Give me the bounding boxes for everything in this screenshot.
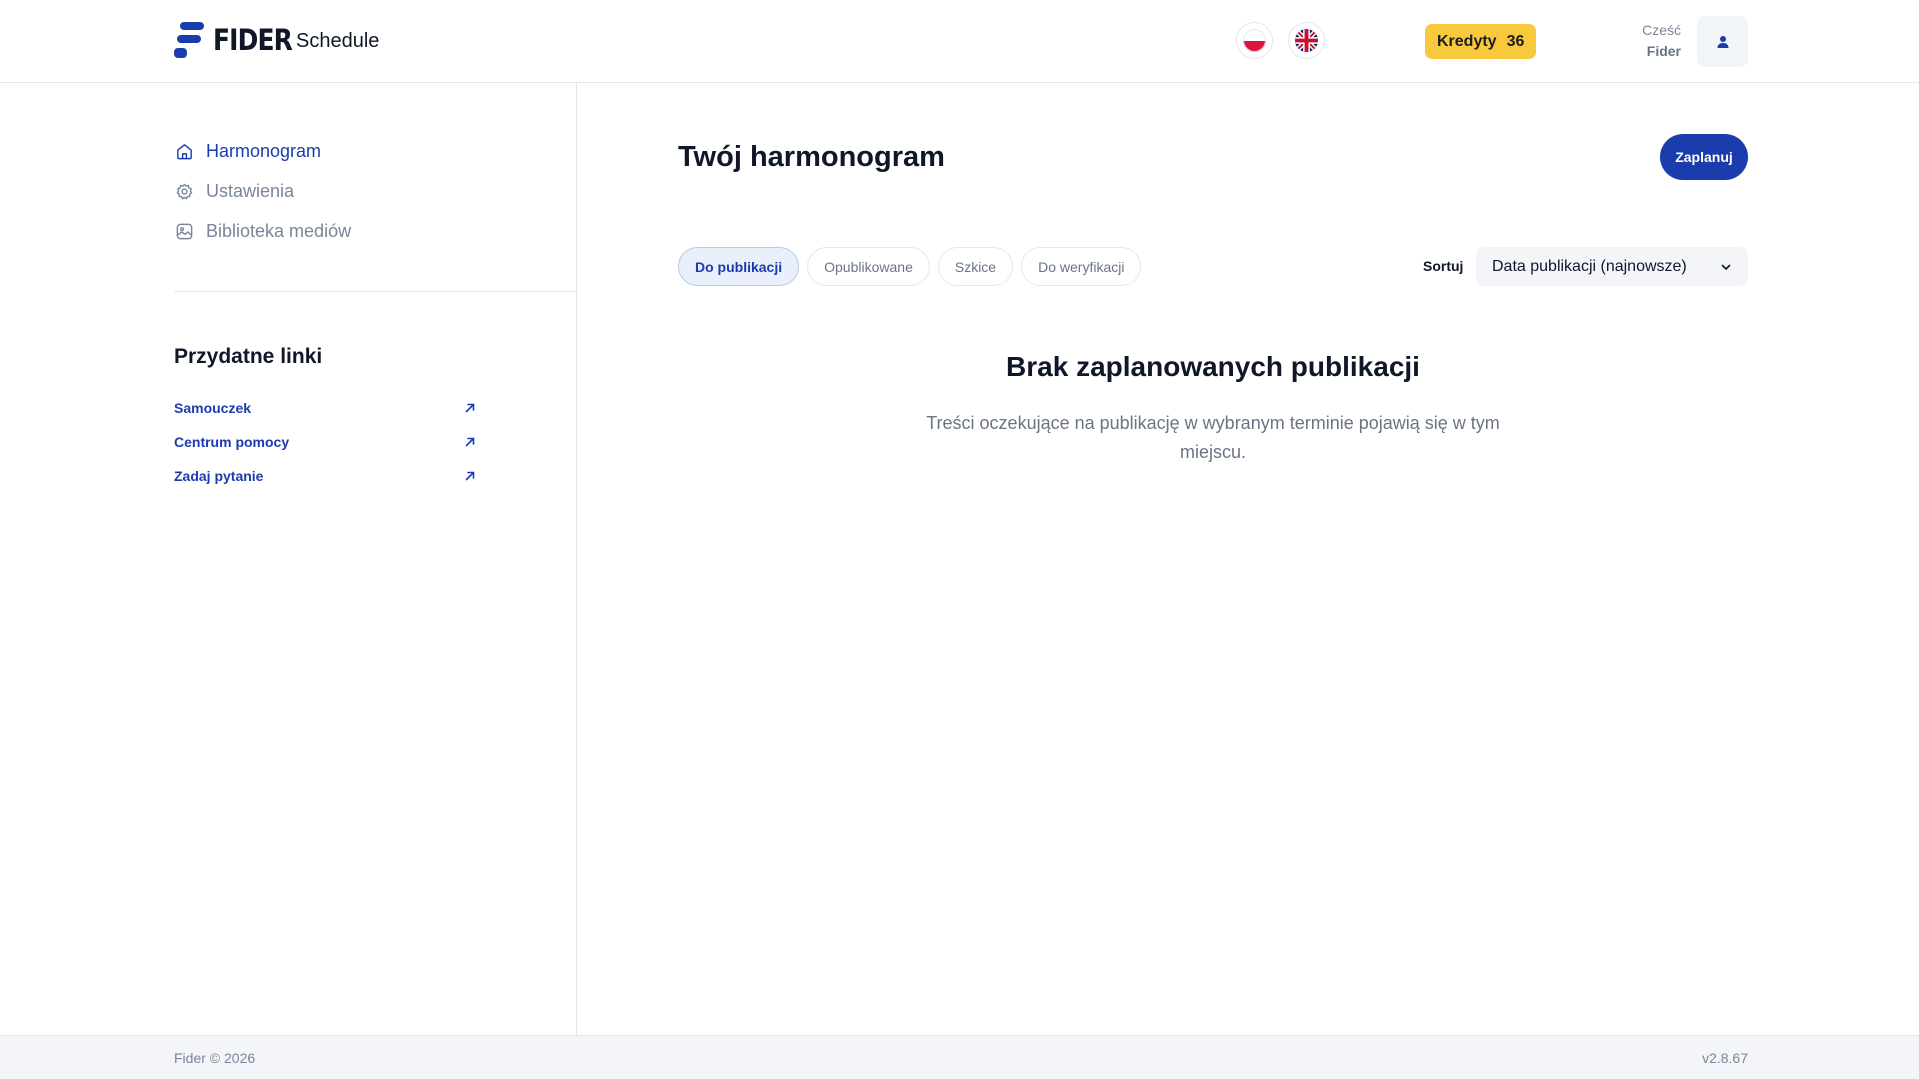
link-label: Samouczek bbox=[174, 400, 252, 416]
external-arrow-icon bbox=[465, 437, 475, 447]
external-arrow-icon bbox=[465, 403, 475, 413]
page: FIDER Schedule Kredyty 36 Cześć Fider Ha… bbox=[0, 0, 1919, 1079]
tab-do-weryfikacji[interactable]: Do weryfikacji bbox=[1021, 247, 1142, 286]
page-title: Twój harmonogram bbox=[678, 141, 945, 173]
tab-opublikowane[interactable]: Opublikowane bbox=[807, 247, 930, 286]
app-name: Schedule bbox=[296, 30, 380, 52]
main-content: Twój harmonogram Zaplanuj Do publikacji … bbox=[578, 83, 1919, 1035]
status-tabs: Do publikacji Opublikowane Szkice Do wer… bbox=[678, 247, 1142, 286]
user-greeting: Cześć Fider bbox=[1642, 20, 1681, 62]
fider-logo[interactable]: FIDER bbox=[174, 22, 305, 58]
sidebar-nav: Harmonogram Ustawienia Biblioteka mediów bbox=[174, 131, 351, 251]
top-header: FIDER Schedule Kredyty 36 Cześć Fider bbox=[0, 0, 1919, 83]
empty-state-text: Treści oczekujące na publikację w wybran… bbox=[926, 413, 1500, 462]
tab-szkice[interactable]: Szkice bbox=[937, 247, 1014, 286]
sidebar-item-harmonogram[interactable]: Harmonogram bbox=[174, 131, 351, 171]
sort-value: Data publikacji (najnowsze) bbox=[1492, 257, 1687, 275]
external-arrow-icon bbox=[465, 471, 475, 481]
sidebar-item-label: Harmonogram bbox=[206, 140, 322, 161]
link-zadaj-pytanie[interactable]: Zadaj pytanie bbox=[174, 459, 476, 493]
greeting-text: Cześć bbox=[1642, 22, 1681, 38]
gear-icon bbox=[174, 181, 194, 201]
logo-text: FIDER bbox=[213, 23, 293, 57]
sort-select[interactable]: Data publikacji (najnowsze) bbox=[1476, 247, 1748, 286]
tab-do-publikacji[interactable]: Do publikacji bbox=[678, 247, 800, 286]
home-icon bbox=[174, 141, 194, 161]
sidebar-item-ustawienia[interactable]: Ustawienia bbox=[174, 171, 351, 211]
sidebar-item-label: Biblioteka mediów bbox=[206, 220, 352, 241]
useful-links-list: Samouczek Centrum pomocy Zadaj pytanie bbox=[174, 391, 476, 493]
user-name: Fider bbox=[1646, 43, 1681, 59]
credits-badge[interactable]: Kredyty 36 bbox=[1425, 24, 1537, 59]
empty-state-title: Brak zaplanowanych publikacji bbox=[1006, 351, 1420, 382]
user-menu-button[interactable] bbox=[1697, 16, 1748, 67]
link-centrum-pomocy[interactable]: Centrum pomocy bbox=[174, 425, 476, 459]
sort-label: Sortuj bbox=[1423, 258, 1464, 274]
schedule-button[interactable]: Zaplanuj bbox=[1660, 134, 1748, 180]
user-icon bbox=[1717, 35, 1728, 48]
footer-version: v2.8.67 bbox=[1702, 1050, 1748, 1066]
link-label: Zadaj pytanie bbox=[174, 468, 264, 484]
sidebar-item-biblioteka-mediow[interactable]: Biblioteka mediów bbox=[174, 211, 351, 251]
flag-pl-icon bbox=[1243, 29, 1266, 52]
sidebar-item-label: Ustawienia bbox=[206, 180, 295, 201]
credits-label: Kredyty bbox=[1437, 32, 1497, 50]
chevron-down-icon bbox=[1721, 264, 1731, 270]
link-samouczek[interactable]: Samouczek bbox=[174, 391, 476, 425]
useful-links-heading: Przydatne linki bbox=[174, 345, 323, 368]
sidebar-divider bbox=[174, 291, 577, 292]
language-pl-button[interactable] bbox=[1236, 22, 1273, 59]
language-en-button[interactable] bbox=[1288, 22, 1325, 59]
flag-gb-icon bbox=[1295, 29, 1318, 52]
image-icon bbox=[174, 221, 194, 241]
fider-logo-icon bbox=[174, 22, 204, 58]
credits-value: 36 bbox=[1506, 32, 1525, 50]
footer: Fider © 2026 v2.8.67 bbox=[0, 1035, 1919, 1079]
sidebar: Harmonogram Ustawienia Biblioteka mediów… bbox=[0, 83, 577, 1035]
footer-copyright: Fider © 2026 bbox=[174, 1050, 256, 1066]
link-label: Centrum pomocy bbox=[174, 434, 290, 450]
